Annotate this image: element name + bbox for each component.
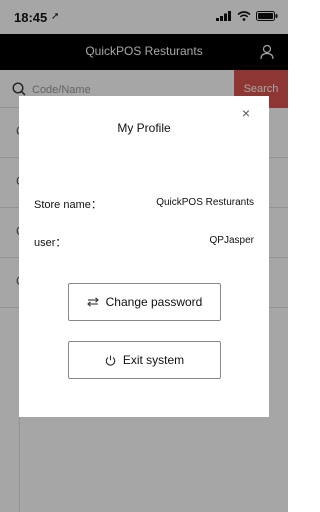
user-label: user：: [34, 237, 67, 249]
store-name-value: QuickPOS Resturants: [156, 197, 254, 208]
exit-system-button[interactable]: Exit system: [68, 341, 221, 379]
profile-modal: × My Profile Store name： QuickPOS Restur…: [19, 96, 269, 417]
store-name-label: Store name：: [34, 199, 102, 211]
change-password-button[interactable]: Change password: [68, 283, 221, 321]
change-password-label: Change password: [105, 295, 203, 309]
close-icon[interactable]: ×: [238, 105, 254, 121]
modal-title: My Profile: [117, 121, 171, 135]
exit-system-label: Exit system: [122, 353, 185, 367]
user-value: QPJasper: [209, 235, 254, 246]
power-icon: [105, 355, 116, 366]
swap-arrows-icon: [86, 297, 99, 307]
